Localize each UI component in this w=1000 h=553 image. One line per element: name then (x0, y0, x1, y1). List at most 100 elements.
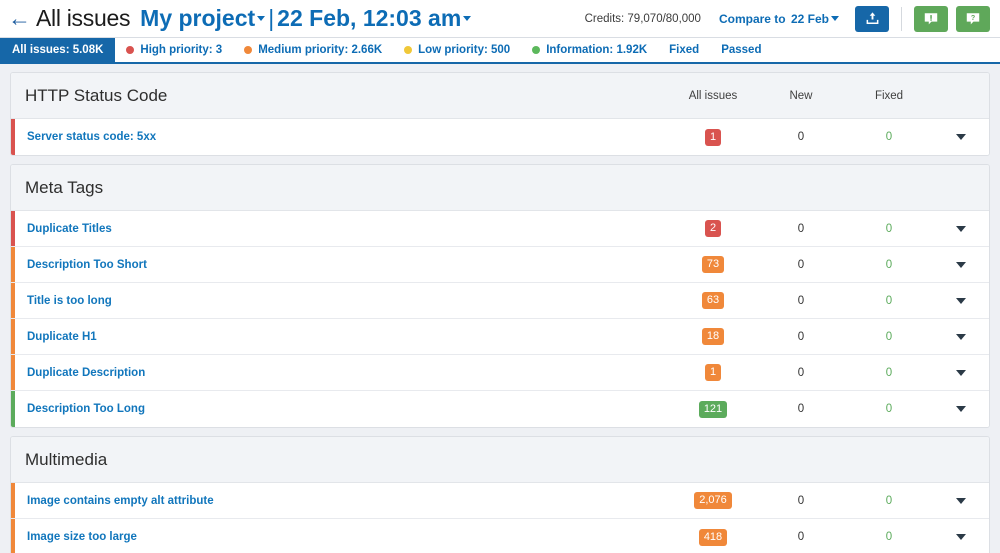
chevron-down-icon (956, 226, 966, 232)
column-header-new: New (757, 90, 845, 102)
table-row[interactable]: Duplicate H1 18 00 (11, 319, 989, 355)
filter-item[interactable]: Medium priority: 2.66K (233, 38, 393, 62)
table-row[interactable]: Image contains empty alt attribute2,076 0… (11, 483, 989, 519)
cell-all-issues: 2,076 (669, 492, 757, 509)
alert-bubble-icon (923, 11, 939, 27)
issue-link[interactable]: Image size too large (15, 531, 669, 543)
cell-all-issues: 1 (669, 364, 757, 381)
row-expand-button[interactable] (933, 406, 989, 412)
filter-item[interactable]: High priority: 3 (115, 38, 233, 62)
issue-link[interactable]: Duplicate Titles (15, 223, 669, 235)
issue-filter-bar: All issues: 5.08K High priority: 3 Medium… (0, 38, 1000, 64)
table-row[interactable]: Description Too Long12100 (11, 391, 989, 427)
page-title: All issues (36, 5, 130, 32)
filter-item-label: Low priority: 500 (418, 44, 510, 56)
issue-section: HTTP Status CodeAll issuesNewFixedServer… (10, 72, 990, 156)
issue-link[interactable]: Image contains empty alt attribute (15, 495, 669, 507)
cell-fixed-count: 0 (845, 131, 933, 143)
chevron-down-icon (831, 16, 839, 21)
cell-all-issues: 418 (669, 529, 757, 546)
chevron-down-icon (956, 298, 966, 304)
chevron-down-icon (956, 534, 966, 540)
column-header-fixed: Fixed (845, 90, 933, 102)
chevron-down-icon (956, 498, 966, 504)
cell-all-issues: 18 (669, 328, 757, 345)
row-expand-button[interactable] (933, 534, 989, 540)
table-row[interactable]: Description Too Short7300 (11, 247, 989, 283)
credits-label: Credits: 79,070/80,000 (585, 13, 701, 25)
cell-fixed-count: 0 (845, 223, 933, 235)
chevron-down-icon (257, 16, 265, 21)
row-expand-button[interactable] (933, 262, 989, 268)
issue-link[interactable]: Server status code: 5xx (15, 131, 669, 143)
table-row[interactable]: Title is too long6300 (11, 283, 989, 319)
chevron-down-icon (956, 370, 966, 376)
cell-new-count: 0 (757, 295, 845, 307)
row-expand-button[interactable] (933, 370, 989, 376)
app-header: ← All issues My project | 22 Feb, 12:03 … (0, 0, 1000, 38)
row-expand-button[interactable] (933, 334, 989, 340)
table-row[interactable]: Duplicate Titles200 (11, 211, 989, 247)
project-selector[interactable]: My project (140, 5, 265, 32)
issue-link[interactable]: Description Too Long (15, 403, 669, 415)
count-badge: 73 (702, 256, 724, 273)
compare-to-date: 22 Feb (791, 12, 829, 26)
compare-to-label: Compare to (719, 12, 786, 26)
chevron-down-icon (956, 406, 966, 412)
export-button[interactable] (855, 6, 889, 32)
cell-new-count: 0 (757, 131, 845, 143)
issue-link[interactable]: Description Too Short (15, 259, 669, 271)
filter-item[interactable]: Information: 1.92K (521, 38, 658, 62)
chevron-down-icon (956, 262, 966, 268)
section-title: Multimedia (25, 450, 989, 470)
count-badge: 1 (705, 129, 721, 146)
alert-button[interactable] (914, 6, 948, 32)
count-badge: 2 (705, 220, 721, 237)
row-expand-button[interactable] (933, 226, 989, 232)
filter-item-label: Fixed (669, 44, 699, 56)
issue-link[interactable]: Duplicate Description (15, 367, 669, 379)
crawl-date: 22 Feb, 12:03 am (277, 5, 461, 31)
count-badge: 418 (699, 529, 727, 546)
cell-new-count: 0 (757, 531, 845, 543)
section-title: HTTP Status Code (25, 86, 669, 106)
help-bubble-icon: ? (965, 11, 981, 27)
issues-list: HTTP Status CodeAll issuesNewFixedServer… (0, 64, 1000, 553)
chevron-down-icon (956, 134, 966, 140)
issue-link[interactable]: Title is too long (15, 295, 669, 307)
table-row[interactable]: Duplicate Description100 (11, 355, 989, 391)
date-selector[interactable]: 22 Feb, 12:03 am (277, 5, 471, 32)
export-upload-icon (865, 11, 880, 26)
table-row[interactable]: Image size too large41800 (11, 519, 989, 553)
header-actions: Credits: 79,070/80,000 Compare to 22 Feb… (585, 6, 990, 32)
row-expand-button[interactable] (933, 498, 989, 504)
cell-new-count: 0 (757, 331, 845, 343)
filter-all-issues[interactable]: All issues: 5.08K (0, 38, 115, 62)
section-header: HTTP Status CodeAll issuesNewFixed (11, 73, 989, 119)
cell-new-count: 0 (757, 403, 845, 415)
cell-fixed-count: 0 (845, 331, 933, 343)
table-row[interactable]: Server status code: 5xx 1 00 (11, 119, 989, 155)
filter-item[interactable]: Low priority: 500 (393, 38, 521, 62)
issue-section: Multimedia Image contains empty alt attri… (10, 436, 990, 553)
row-expand-button[interactable] (933, 134, 989, 140)
cell-all-issues: 73 (669, 256, 757, 273)
help-button[interactable]: ? (956, 6, 990, 32)
compare-to-selector[interactable]: Compare to 22 Feb (719, 12, 839, 26)
column-header-all-issues: All issues (669, 90, 757, 102)
header-divider (901, 7, 902, 31)
filter-item-label: Medium priority: 2.66K (258, 44, 382, 56)
cell-fixed-count: 0 (845, 495, 933, 507)
priority-dot-icon (404, 46, 412, 54)
cell-all-issues: 1 (669, 129, 757, 146)
filter-item[interactable]: Fixed (658, 38, 710, 62)
back-arrow-icon[interactable]: ← (8, 7, 31, 30)
filter-item-label: High priority: 3 (140, 44, 222, 56)
project-name: My project (140, 5, 255, 31)
issue-link[interactable]: Duplicate H1 (15, 331, 669, 343)
count-badge: 18 (702, 328, 724, 345)
cell-fixed-count: 0 (845, 295, 933, 307)
title-separator: | (268, 5, 274, 32)
filter-item[interactable]: Passed (710, 38, 772, 62)
row-expand-button[interactable] (933, 298, 989, 304)
